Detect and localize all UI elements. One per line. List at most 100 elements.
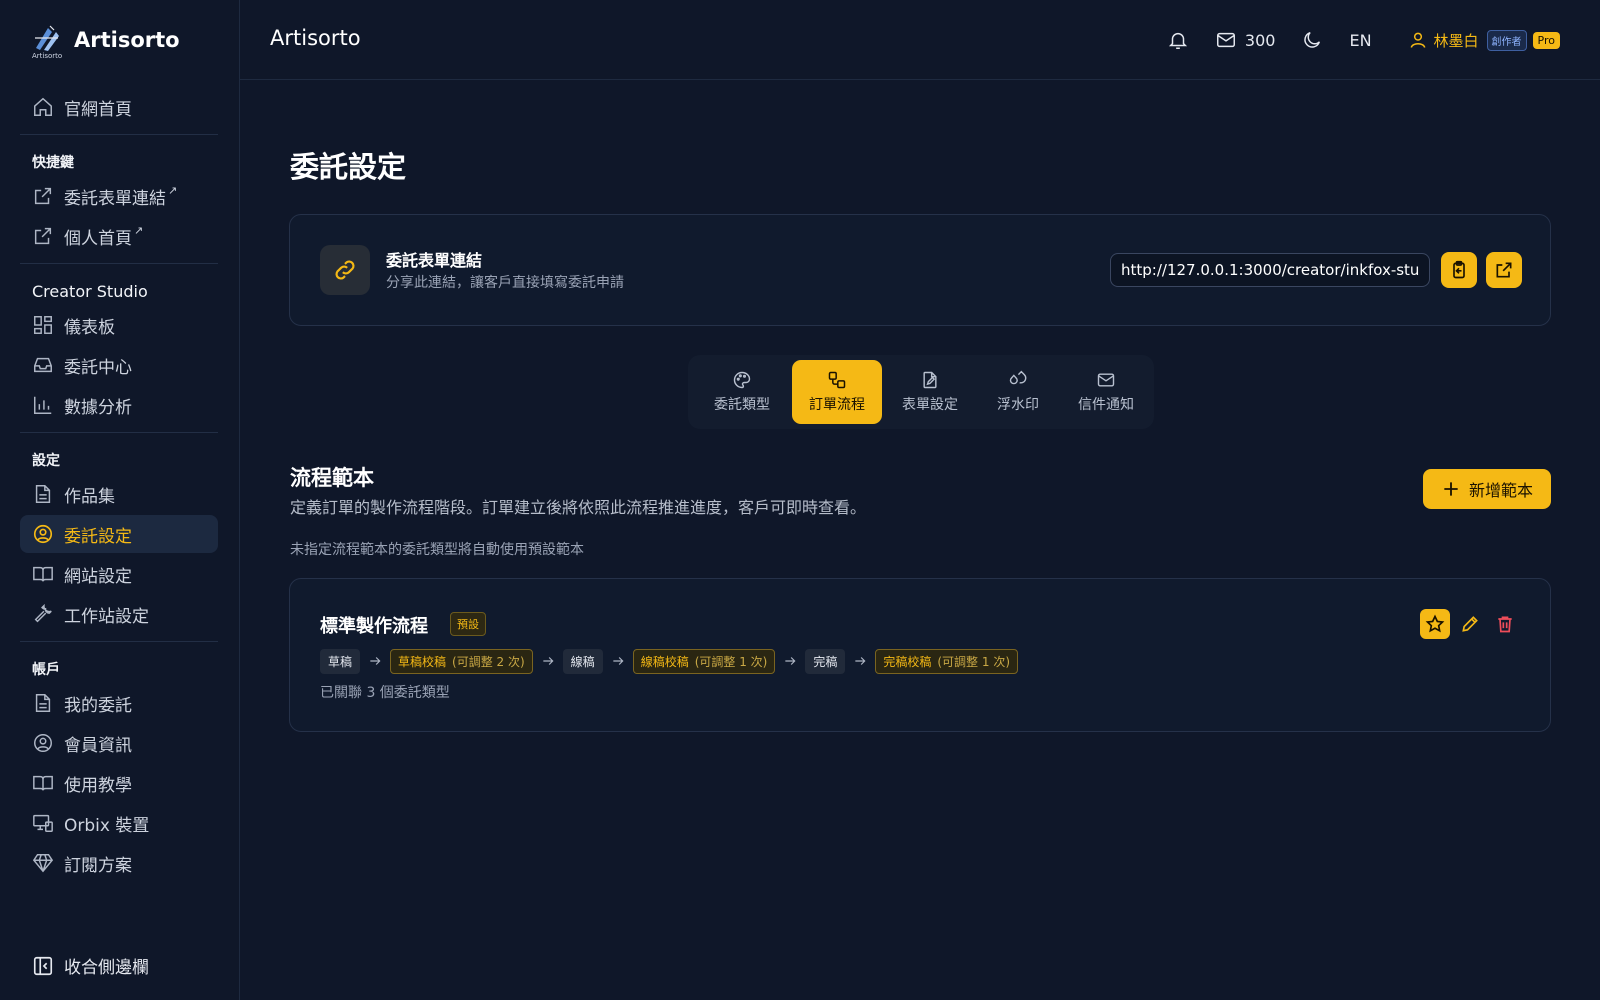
stage-chip: 完稿 [805,648,846,674]
sidebar-item-subscription[interactable]: 訂閱方案 [20,844,218,882]
mail-icon [1216,32,1235,48]
sidebar-item-label: 我的委託 [64,695,132,716]
plus-icon [1444,482,1458,496]
stage-label: 線稿校稿 [640,654,689,669]
sidebar-item-commission-settings[interactable]: 委託設定 [20,515,218,553]
sidebar-item-site-settings[interactable]: 網站設定 [20,555,218,593]
language-button[interactable]: EN [1349,31,1371,50]
theme-toggle-button[interactable] [1301,29,1323,51]
page-title: 委託設定 [290,150,407,184]
copy-link-button[interactable] [1441,252,1477,288]
diamond-icon [32,854,54,873]
file-edit-icon [923,371,937,389]
user-icon [1410,32,1425,48]
delete-template-button[interactable] [1490,609,1520,639]
pencil-icon [1462,616,1478,632]
sidebar-item-personal-home[interactable]: 個人首頁 ↗ [20,217,218,255]
mail-icon [1097,373,1115,387]
stage-label: 草稿校稿 [398,654,447,669]
add-template-label: 新增範本 [1468,481,1533,500]
stage-label: 完稿 [813,654,838,669]
set-default-button[interactable] [1420,609,1450,639]
header-actions: 300 EN 林墨白 創作者 Pro [1167,26,1560,54]
sidebar-item-label: 個人首頁 [64,228,132,249]
tab-label: 信件通知 [1078,397,1134,413]
sidebar-item-label: 官網首頁 [64,99,132,120]
brand-logo: Artisorto [32,24,62,60]
edit-template-button[interactable] [1455,609,1485,639]
external-link-icon [34,187,52,205]
sidebar-item-tutorial[interactable]: 使用教學 [20,764,218,802]
external-arrow-icon: ↗ [134,223,144,237]
sidebar-item-portfolio[interactable]: 作品集 [20,475,218,513]
external-link-icon [1496,262,1512,278]
section-description: 定義訂單的製作流程階段。訂單建立後將依照此流程推進進度，客戶可即時查看。 [290,498,867,517]
notifications-button[interactable] [1167,29,1189,51]
link-card-title: 委託表單連結 [386,251,483,270]
inbox-icon [34,357,52,373]
bell-icon [1168,32,1188,49]
stage-chip: 線稿 [562,648,603,674]
external-link-icon [34,227,52,245]
stage-chip: 草稿 [320,648,361,674]
sidebar-item-label: 數據分析 [64,397,132,418]
plan-badge: Pro [1532,31,1560,49]
panel-left-close-icon [33,956,53,975]
file-text-icon [35,694,51,712]
mail-button[interactable]: 300 [1215,29,1276,51]
collapse-sidebar-label: 收合側邊欄 [64,958,149,978]
top-header: Artisorto 300 EN 林墨白 創作者 Pro [240,0,1600,80]
sidebar-item-member-info[interactable]: 會員資訊 [20,724,218,762]
brand-name: Artisorto [74,28,180,52]
user-menu[interactable]: 林墨白 創作者 Pro [1408,29,1560,51]
sidebar-item-label: 工作站設定 [64,606,149,627]
section-title: 流程範本 [290,466,374,490]
tab-commission-types[interactable]: 委託類型 [694,360,790,424]
template-name: 標準製作流程 [320,616,428,637]
section-heading-creator-studio: Creator Studio [32,281,148,301]
clipboard-copy-icon [1453,260,1465,279]
sidebar-item-commission-form-link[interactable]: 委託表單連結 ↗ [20,177,218,215]
sidebar-item-orbix-devices[interactable]: Orbix 裝置 [20,804,218,842]
bar-chart-icon [34,396,52,414]
adjust-count: (可調整 2 次) [452,654,525,669]
sidebar-item-label: 委託中心 [64,357,132,378]
tab-email-notifications[interactable]: 信件通知 [1058,360,1154,424]
brand[interactable]: Artisorto Artisorto [32,24,180,60]
open-link-button[interactable] [1486,252,1522,288]
tab-watermark[interactable]: 浮水印 [978,360,1058,424]
home-icon [34,97,52,116]
devices-icon [33,814,53,832]
brand-logo-caption: Artisorto [32,52,63,60]
sidebar-item-label: 使用教學 [64,775,132,796]
palette-icon [733,371,751,389]
stage-label: 草稿 [328,654,353,669]
sidebar-item-commission-center[interactable]: 委託中心 [20,346,218,384]
divider [20,134,218,135]
commission-url-field[interactable] [1110,253,1430,287]
user-circle-icon [33,524,53,544]
collapse-sidebar-button[interactable]: 收合側邊欄 [32,953,149,978]
adjust-count: (可調整 1 次) [694,654,768,669]
commission-link-card: 委託表單連結 分享此連結，讓客戶直接填寫委託申請 [289,214,1551,326]
mail-count: 300 [1244,30,1276,50]
sidebar-item-home[interactable]: 官網首頁 [20,88,218,126]
tab-label: 訂單流程 [809,397,865,413]
link-icon-box [320,245,370,295]
section-heading-shortcuts: 快捷鍵 [32,155,74,171]
sidebar-item-label: 委託設定 [64,526,132,547]
arrow-right-icon [370,657,381,665]
add-template-button[interactable]: 新增範本 [1423,469,1551,509]
link-icon [335,260,355,280]
tab-form-settings[interactable]: 表單設定 [882,360,978,424]
review-stage-chip: 線稿校稿 (可調整 1 次) [632,648,776,674]
sidebar-item-analytics[interactable]: 數據分析 [20,386,218,424]
workflow-stages: 草稿 草稿校稿 (可調整 2 次) 線稿 線稿校稿 (可調整 1 次) 完稿 完稿校… [320,648,1019,674]
sidebar-item-label: 會員資訊 [64,735,132,756]
trash-icon [1498,616,1512,633]
external-arrow-icon: ↗ [168,183,178,197]
tab-order-workflow[interactable]: 訂單流程 [792,360,882,424]
sidebar-item-dashboard[interactable]: 儀表板 [20,306,218,344]
sidebar-item-my-commissions[interactable]: 我的委託 [20,684,218,722]
sidebar-item-workstation-settings[interactable]: 工作站設定 [20,595,218,633]
